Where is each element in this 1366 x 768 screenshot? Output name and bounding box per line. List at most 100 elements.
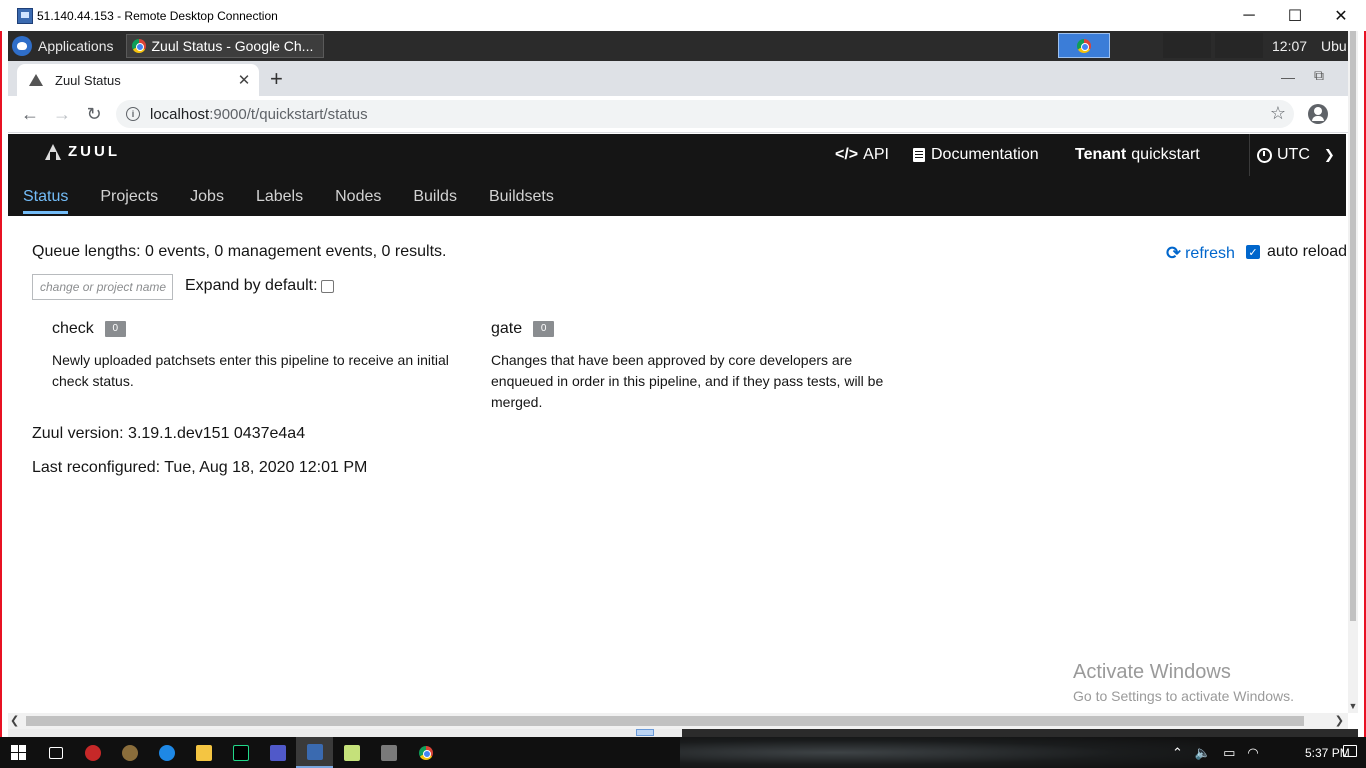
reload-button[interactable]: ↻ bbox=[82, 102, 106, 126]
pipeline-gate: gate 0 Changes that have been approved b… bbox=[491, 320, 891, 413]
horizontal-scrollbar[interactable]: ❮ ❯ bbox=[8, 713, 1348, 729]
nav-nodes[interactable]: Nodes bbox=[335, 177, 381, 216]
watermark-subtitle: Go to Settings to activate Windows. bbox=[1073, 688, 1294, 704]
timezone-dropdown[interactable]: UTC ❯ bbox=[1257, 146, 1335, 164]
workspace-2-button[interactable] bbox=[1163, 33, 1211, 58]
workspace-1-button[interactable] bbox=[1058, 33, 1110, 58]
book-icon bbox=[913, 148, 925, 162]
expand-checkbox[interactable] bbox=[320, 279, 334, 293]
browser-restore-button[interactable]: ⧉ bbox=[1314, 67, 1324, 84]
browser-toolbar: ← → ↻ i localhost :9000/t/quickstart/sta… bbox=[8, 96, 1348, 133]
refresh-button[interactable]: ⟳ refresh bbox=[1166, 243, 1235, 264]
vertical-scroll-thumb[interactable] bbox=[1350, 31, 1356, 621]
vertical-scrollbar[interactable]: ▲ ▼ bbox=[1348, 31, 1358, 713]
taskbar-edge[interactable] bbox=[148, 737, 185, 768]
rdc-window-controls: ─ ☐ ✕ bbox=[1226, 0, 1364, 31]
documentation-link[interactable]: Documentation bbox=[913, 146, 1039, 164]
nav-status[interactable]: Status bbox=[23, 177, 69, 216]
rdc-close-button[interactable]: ✕ bbox=[1318, 0, 1364, 31]
watermark-title: Activate Windows bbox=[1073, 661, 1231, 683]
api-link[interactable]: </> API bbox=[835, 146, 889, 164]
battery-icon[interactable]: ▭ bbox=[1223, 745, 1235, 761]
api-label: API bbox=[863, 146, 889, 163]
site-info-icon[interactable]: i bbox=[126, 107, 140, 121]
change-filter-input[interactable] bbox=[32, 274, 173, 300]
tray-chevron-icon[interactable]: ⌃ bbox=[1172, 745, 1183, 761]
nav-labels[interactable]: Labels bbox=[256, 177, 303, 216]
taskbar-remote-desktop[interactable] bbox=[296, 737, 333, 768]
pipeline-header: check 0 bbox=[52, 320, 452, 338]
header-divider bbox=[1249, 134, 1250, 176]
taskbar-app-2[interactable] bbox=[111, 737, 148, 768]
task-view-button[interactable] bbox=[37, 737, 74, 768]
taskbar-teams[interactable] bbox=[259, 737, 296, 768]
zuul-logo[interactable]: ZUUL bbox=[43, 143, 120, 160]
panel-user-menu[interactable]: Ubu bbox=[1321, 31, 1347, 61]
refresh-label: refresh bbox=[1185, 244, 1235, 262]
gear-app-icon bbox=[121, 744, 138, 761]
nav-buildsets[interactable]: Buildsets bbox=[489, 177, 554, 216]
forward-button[interactable]: → bbox=[50, 102, 74, 126]
url-path: :9000/t/quickstart/status bbox=[209, 105, 368, 123]
nav-jobs[interactable]: Jobs bbox=[190, 177, 224, 216]
new-tab-button[interactable]: + bbox=[270, 66, 283, 92]
browser-minimize-button[interactable]: — bbox=[1281, 69, 1295, 85]
horizontal-scroll-thumb[interactable] bbox=[26, 716, 1304, 726]
task-label: Zuul Status - Google Ch... bbox=[151, 38, 314, 54]
xfce-top-panel: Applications Zuul Status - Google Ch... … bbox=[8, 31, 1358, 61]
scroll-down-icon[interactable]: ▼ bbox=[1348, 701, 1358, 711]
wifi-icon[interactable]: ◠ bbox=[1247, 745, 1258, 761]
tenant-name: quickstart bbox=[1131, 146, 1200, 163]
taskbar-chrome-window-button[interactable]: Zuul Status - Google Ch... bbox=[125, 34, 324, 58]
taskbar-app-tool[interactable] bbox=[370, 737, 407, 768]
remote-desktop-icon bbox=[17, 7, 33, 24]
xfce-mouse-icon bbox=[12, 36, 32, 56]
taskbar-pycharm[interactable] bbox=[222, 737, 259, 768]
auto-reload-toggle[interactable]: ✓ auto reload bbox=[1246, 243, 1346, 261]
nav-projects[interactable]: Projects bbox=[100, 177, 158, 216]
windows-taskbar: ⌃ 🔈 ▭ ◠ 5:37 PM bbox=[0, 737, 1366, 768]
auto-reload-checkbox[interactable]: ✓ bbox=[1246, 245, 1260, 259]
panel-clock[interactable]: 12:07 bbox=[1272, 31, 1307, 61]
tab-close-icon[interactable]: ✕ bbox=[235, 71, 253, 89]
nav-builds[interactable]: Builds bbox=[413, 177, 457, 216]
address-bar[interactable]: i localhost :9000/t/quickstart/status ☆ bbox=[116, 100, 1294, 128]
taskbar-explorer[interactable] bbox=[185, 737, 222, 768]
pipeline-description: Changes that have been approved by core … bbox=[491, 352, 884, 410]
taskbar-background bbox=[680, 737, 1200, 768]
volume-muted-icon[interactable]: 🔈 bbox=[1195, 745, 1211, 761]
tenant-link[interactable]: Tenant quickstart bbox=[1075, 146, 1200, 164]
taskbar-notepad[interactable] bbox=[333, 737, 370, 768]
auto-reload-label: auto reload bbox=[1267, 243, 1346, 260]
applications-menu-button[interactable]: Applications bbox=[8, 31, 120, 61]
profile-avatar-icon[interactable] bbox=[1308, 104, 1328, 124]
tab-zuul-status[interactable]: Zuul Status ✕ bbox=[17, 64, 259, 96]
windows-start-button[interactable] bbox=[0, 737, 37, 768]
remote-edge-light bbox=[8, 729, 682, 737]
pipeline-count-badge: 0 bbox=[533, 321, 555, 337]
zuul-tower-icon bbox=[43, 143, 63, 160]
tab-title: Zuul Status bbox=[55, 72, 121, 88]
pipeline-check: check 0 Newly uploaded patchsets enter t… bbox=[52, 320, 452, 392]
url-host: localhost bbox=[150, 105, 210, 123]
documentation-label: Documentation bbox=[931, 146, 1039, 163]
code-icon: </> bbox=[835, 146, 859, 163]
pipeline-description: Newly uploaded patchsets enter this pipe… bbox=[52, 352, 449, 389]
rdc-minimize-button[interactable]: ─ bbox=[1226, 0, 1272, 31]
folder-icon bbox=[195, 744, 212, 761]
zuul-logo-text: ZUUL bbox=[68, 143, 120, 160]
task-view-icon bbox=[48, 746, 63, 759]
system-tray: ⌃ 🔈 ▭ ◠ bbox=[1172, 737, 1271, 768]
zuul-favicon-icon bbox=[29, 73, 43, 87]
applications-label: Applications bbox=[38, 38, 114, 54]
status-page-content: Queue lengths: 0 events, 0 management ev… bbox=[8, 216, 1346, 712]
taskbar-chrome[interactable] bbox=[407, 737, 444, 768]
taskbar-app-1[interactable] bbox=[74, 737, 111, 768]
workspace-3-button[interactable] bbox=[1215, 33, 1263, 58]
rdc-maximize-button[interactable]: ☐ bbox=[1272, 0, 1318, 31]
scroll-right-icon[interactable]: ❯ bbox=[1335, 714, 1344, 727]
back-button[interactable]: ← bbox=[18, 102, 42, 126]
scroll-left-icon[interactable]: ❮ bbox=[10, 714, 19, 727]
notification-center-icon[interactable] bbox=[1343, 745, 1357, 757]
bookmark-star-icon[interactable]: ☆ bbox=[1270, 103, 1286, 124]
